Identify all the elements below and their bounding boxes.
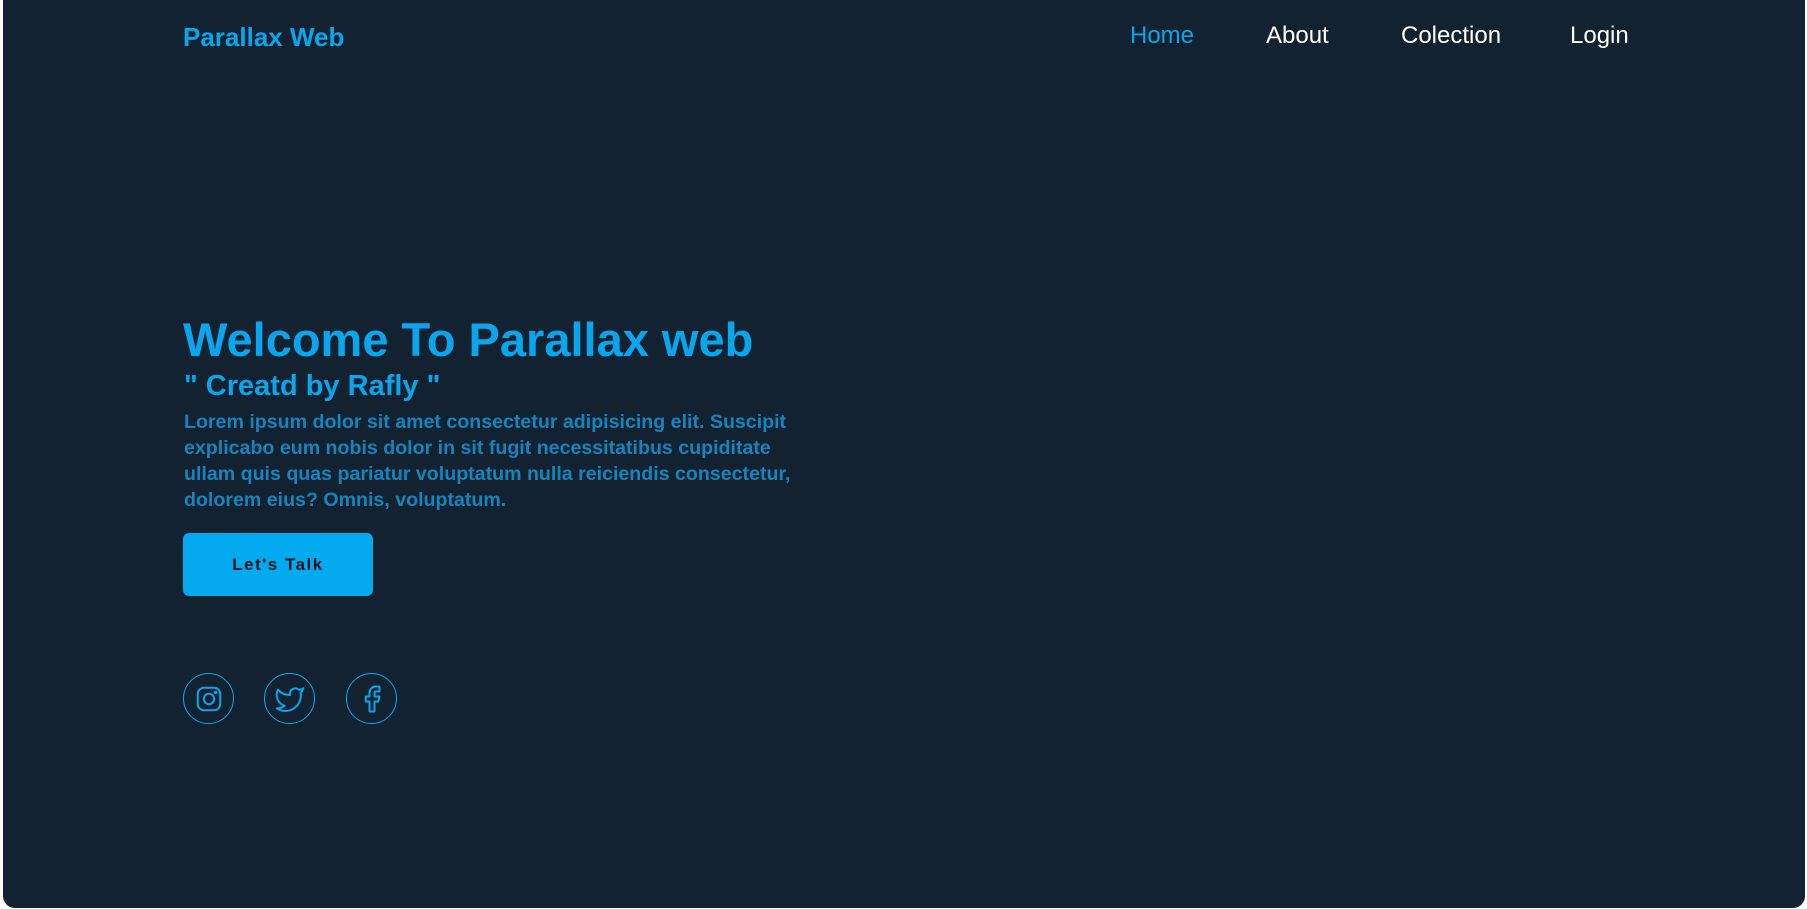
facebook-link[interactable]	[346, 673, 397, 724]
instagram-icon	[196, 686, 221, 711]
nav-home-link[interactable]: Home	[1130, 22, 1194, 50]
nav-login-link[interactable]: Login	[1570, 22, 1629, 50]
nav-colection-link[interactable]: Colection	[1401, 22, 1501, 50]
facebook-icon	[364, 685, 380, 712]
lets-talk-button[interactable]: Let's Talk	[183, 533, 373, 596]
hero-subtitle: " Creatd by Rafly "	[184, 370, 441, 402]
instagram-link[interactable]	[183, 673, 234, 724]
twitter-icon	[275, 686, 304, 712]
hero-title: Welcome To Parallax web	[183, 313, 754, 366]
twitter-link[interactable]	[264, 673, 315, 724]
page-frame: Parallax Web Home About Colection Login …	[3, 0, 1805, 908]
hero-description: Lorem ipsum dolor sit amet consectetur a…	[184, 411, 791, 511]
nav-about-link[interactable]: About	[1266, 22, 1329, 50]
main-nav: Home About Colection Login	[3, 22, 1805, 54]
